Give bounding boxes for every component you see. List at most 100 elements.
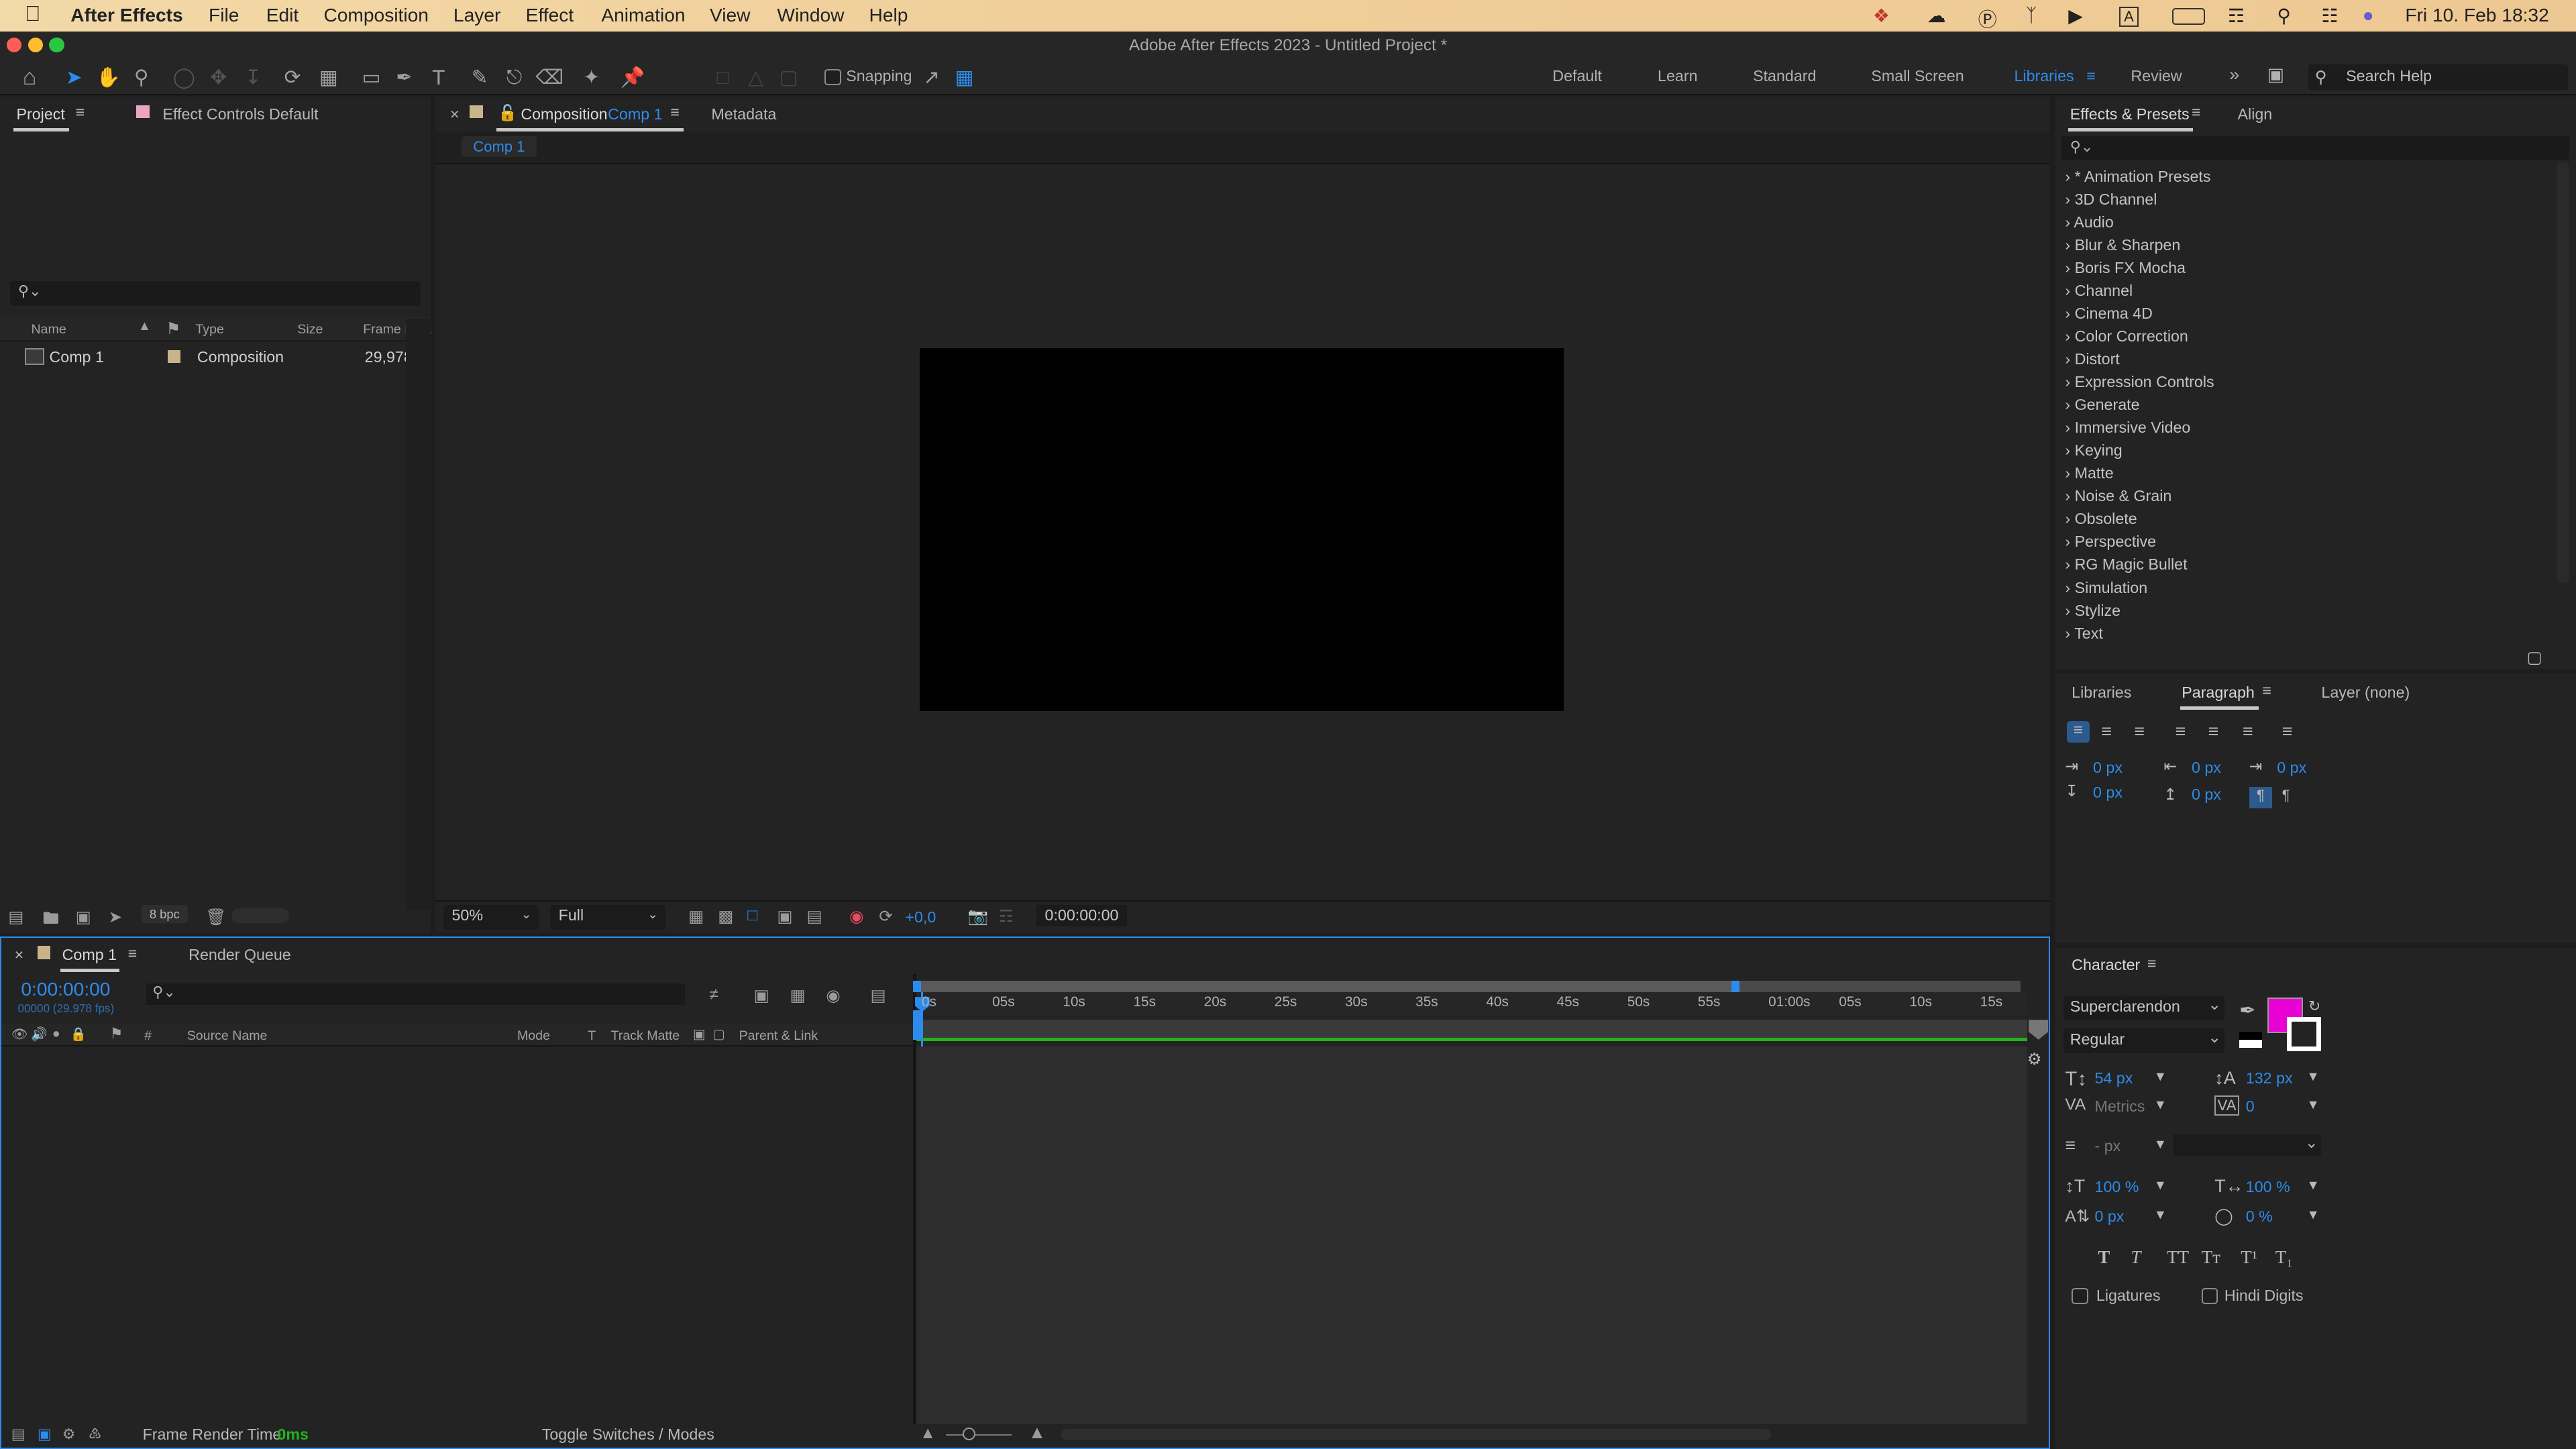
- zoom-out-icon[interactable]: ▲: [920, 1424, 936, 1443]
- motion-blur-icon[interactable]: ♷: [89, 1426, 102, 1443]
- work-area-end-handle[interactable]: [1731, 980, 1740, 992]
- justify-right-icon[interactable]: ≡: [2243, 721, 2253, 742]
- comp-viewer-canvas[interactable]: [920, 348, 1564, 712]
- effect-category-item[interactable]: › Channel: [2065, 282, 2133, 300]
- chevron-down-icon[interactable]: ▼: [2154, 1208, 2167, 1223]
- home-icon[interactable]: ⌂: [16, 64, 42, 91]
- effect-category-item[interactable]: › 3D Channel: [2065, 191, 2157, 209]
- effects-scrollbar[interactable]: [2556, 162, 2570, 584]
- new-composition-icon[interactable]: ▣: [76, 907, 91, 927]
- effect-category-item[interactable]: › Audio: [2065, 213, 2113, 231]
- comp-breadcrumb[interactable]: Comp 1: [462, 136, 537, 158]
- hide-shy-layers-icon[interactable]: ▦: [790, 985, 806, 1006]
- snapping-checkbox[interactable]: [824, 68, 841, 86]
- effect-category-item[interactable]: › Distort: [2065, 350, 2119, 368]
- column-track-matte[interactable]: Track Matte: [611, 1028, 680, 1044]
- timeline-options-icon[interactable]: ⚙: [2027, 1049, 2042, 1069]
- workspace-layout-icon[interactable]: ▣: [2267, 64, 2284, 85]
- rtl-direction-icon[interactable]: ¶: [2282, 787, 2290, 804]
- snapshot-camera-icon[interactable]: 📷: [967, 906, 987, 926]
- region-of-interest-icon[interactable]: ▣: [777, 906, 792, 926]
- rotation-tool-icon[interactable]: ⟳: [279, 64, 305, 91]
- type-tool-icon[interactable]: T: [425, 64, 451, 91]
- black-white-swatch-icon[interactable]: [2239, 1031, 2263, 1049]
- zoom-in-icon[interactable]: ▲: [1028, 1422, 1046, 1443]
- eraser-tool-icon[interactable]: ⌫: [535, 64, 564, 91]
- lock-icon[interactable]: 🔓: [498, 103, 517, 122]
- tab-effects-presets[interactable]: Effects & Presets: [2070, 105, 2190, 123]
- guides-icon[interactable]: ▤: [806, 906, 822, 926]
- dolly-tool-icon[interactable]: ↧: [240, 64, 266, 91]
- timeline-current-time[interactable]: 0:00:00:00: [21, 979, 110, 1000]
- tab-composition-name[interactable]: Comp 1: [608, 105, 662, 123]
- work-area-start-handle[interactable]: [913, 980, 922, 992]
- superscript-icon[interactable]: T¹: [2241, 1247, 2257, 1268]
- reset-exposure-icon[interactable]: ⟳: [879, 906, 893, 926]
- effect-category-item[interactable]: › RG Magic Bullet: [2065, 555, 2187, 574]
- chevron-down-icon[interactable]: ▼: [2154, 1097, 2167, 1113]
- chevron-down-icon[interactable]: ▼: [2306, 1097, 2319, 1113]
- effect-category-item[interactable]: › Expression Controls: [2065, 373, 2214, 391]
- draft-3d-icon[interactable]: ▣: [754, 985, 769, 1006]
- tab-effect-controls[interactable]: Effect Controls Default: [162, 105, 318, 123]
- interpret-footage-icon[interactable]: ▤: [8, 907, 23, 927]
- horizontal-scale-value[interactable]: 100 %: [2246, 1178, 2290, 1196]
- pen-tool-icon[interactable]: ✒: [391, 64, 417, 91]
- zoom-slider-track[interactable]: [946, 1434, 1012, 1436]
- chevron-down-icon[interactable]: ▼: [2306, 1208, 2319, 1223]
- label-tag-icon[interactable]: ⚑: [110, 1025, 123, 1042]
- new-folder-icon[interactable]: 🖿: [43, 907, 59, 934]
- pan-behind-tool-icon[interactable]: ▦: [315, 64, 341, 91]
- effects-search-input[interactable]: ⚲⌄: [2061, 136, 2570, 160]
- solo-switch-icon[interactable]: ●: [52, 1026, 60, 1042]
- app-menu[interactable]: After Effects: [70, 5, 182, 26]
- baseline-shift-value[interactable]: 0 px: [2094, 1208, 2124, 1226]
- workspace-review[interactable]: Review: [2131, 67, 2182, 85]
- in-out-icon[interactable]: ⚙: [62, 1426, 76, 1443]
- effect-category-item[interactable]: › * Animation Presets: [2065, 168, 2210, 186]
- align-icon-1[interactable]: □: [710, 64, 736, 91]
- effect-category-item[interactable]: › Noise & Grain: [2065, 487, 2171, 505]
- minimize-window-icon[interactable]: [28, 38, 43, 53]
- menu-composition[interactable]: Composition: [323, 5, 429, 26]
- project-scrollbar[interactable]: [405, 319, 431, 910]
- workspace-standard[interactable]: Standard: [1753, 67, 1816, 85]
- ltr-direction-icon[interactable]: ¶: [2249, 787, 2272, 808]
- effect-category-item[interactable]: › Obsolete: [2065, 510, 2137, 528]
- hand-tool-icon[interactable]: ✋: [95, 64, 121, 91]
- project-menu-icon[interactable]: ≡: [76, 103, 85, 121]
- eyedropper-icon[interactable]: ✒: [2239, 999, 2256, 1022]
- tab-paragraph[interactable]: Paragraph: [2182, 684, 2255, 702]
- more-workspaces-icon[interactable]: »: [2229, 64, 2239, 85]
- frame-blending-icon[interactable]: ◉: [826, 985, 840, 1006]
- column-mode[interactable]: Mode: [517, 1028, 550, 1044]
- control-center-icon[interactable]: ☷: [2321, 5, 2338, 27]
- align-icon-3[interactable]: ▢: [775, 64, 802, 91]
- project-search-input[interactable]: ⚲⌄: [9, 280, 421, 306]
- video-switch-icon[interactable]: 👁: [11, 1026, 28, 1042]
- timeline-track-area[interactable]: [916, 1046, 2027, 1424]
- tab-libraries[interactable]: Libraries: [2072, 684, 2131, 702]
- trash-icon[interactable]: 🗑: [205, 907, 226, 927]
- align-icon-2[interactable]: △: [743, 64, 769, 91]
- stroke-width-value[interactable]: - px: [2094, 1137, 2121, 1155]
- column-size[interactable]: Size: [297, 322, 323, 337]
- show-snapshot-icon[interactable]: ☶: [999, 906, 1014, 926]
- timeline-horizontal-scrollbar[interactable]: [1061, 1429, 1771, 1441]
- label-color-swatch[interactable]: [167, 350, 181, 364]
- new-preset-icon[interactable]: ▢: [2527, 647, 2542, 667]
- work-area-range[interactable]: [916, 980, 1735, 992]
- effect-category-item[interactable]: › Simulation: [2065, 579, 2147, 597]
- subscript-icon[interactable]: T₁: [2275, 1247, 2293, 1268]
- matte-link-icon[interactable]: ▢: [712, 1026, 725, 1042]
- stroke-style-dropdown[interactable]: ⌄: [2174, 1133, 2322, 1157]
- effect-category-item[interactable]: › Cinema 4D: [2065, 305, 2153, 323]
- effect-category-item[interactable]: › Boris FX Mocha: [2065, 259, 2186, 277]
- column-t[interactable]: T: [588, 1028, 596, 1044]
- close-tab-icon[interactable]: ×: [15, 946, 24, 964]
- column-source-name[interactable]: Source Name: [187, 1028, 268, 1044]
- faux-italic-icon[interactable]: T: [2131, 1247, 2141, 1268]
- roto-brush-tool-icon[interactable]: ✦: [578, 64, 604, 91]
- effect-category-item[interactable]: › Matte: [2065, 464, 2113, 482]
- resolution-dropdown[interactable]: Full ⌄: [550, 904, 665, 930]
